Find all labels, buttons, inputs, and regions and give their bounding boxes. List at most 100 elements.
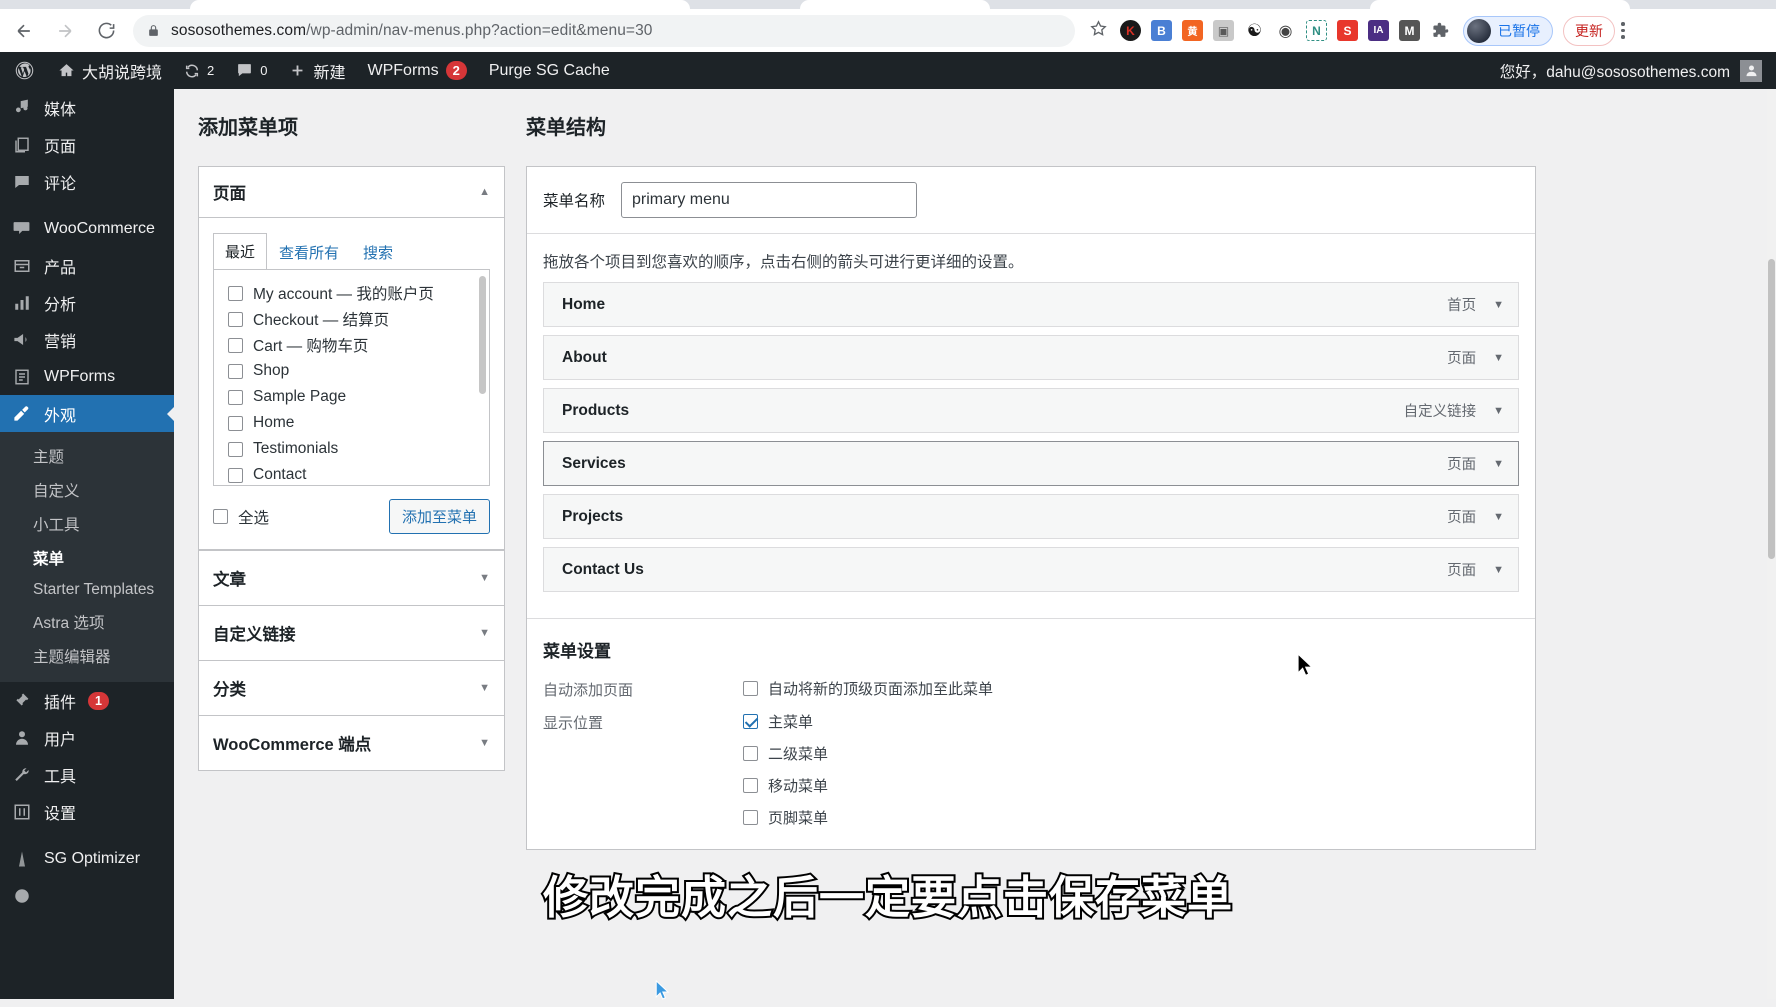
list-item[interactable]: Shop — [228, 358, 489, 384]
list-item[interactable]: Checkout — 结算页 — [228, 306, 489, 332]
sidebar-item-sg-optimizer[interactable]: SG Optimizer — [0, 840, 174, 877]
secondary-menu-checkbox[interactable] — [743, 746, 758, 761]
page-scrollbar-thumb[interactable] — [1768, 259, 1775, 559]
puzzle-extension-icon[interactable] — [1430, 20, 1451, 41]
display-option-footer[interactable]: 页脚菜单 — [743, 807, 828, 828]
woocommerce-endpoints-accordion[interactable]: WooCommerce 端点 ▼ — [198, 716, 505, 771]
purge-cache-item[interactable]: Purge SG Cache — [478, 52, 621, 89]
pages-postbox-header[interactable]: 页面 ▲ — [199, 167, 504, 218]
list-item[interactable]: Sample Page — [228, 384, 489, 410]
pages-checklist[interactable]: My account — 我的账户页 Checkout — 结算页 Cart —… — [213, 269, 490, 486]
browser-tab[interactable] — [800, 0, 990, 9]
sidebar-item-marketing[interactable]: 营销 — [0, 321, 174, 358]
updates-item[interactable]: 2 — [173, 52, 225, 89]
tab-recent[interactable]: 最近 — [213, 233, 268, 270]
page-checkbox[interactable] — [228, 363, 243, 379]
sidebar-item-products[interactable]: 产品 — [0, 247, 174, 284]
tab-search[interactable]: 搜索 — [351, 234, 405, 270]
submenu-item-theme-editor[interactable]: 主题编辑器 — [0, 639, 174, 673]
menu-item-row[interactable]: Services 页面 ▼ — [543, 441, 1519, 486]
posts-accordion[interactable]: 文章 ▼ — [198, 550, 505, 606]
back-button[interactable] — [7, 14, 41, 48]
yinyang-extension-icon[interactable]: ☯ — [1244, 20, 1265, 41]
sidebar-item-media[interactable]: 媒体 — [0, 89, 174, 126]
forward-button[interactable] — [48, 14, 82, 48]
menu-name-input[interactable] — [621, 182, 918, 218]
wpforms-item[interactable]: WPForms 2 — [357, 52, 478, 89]
page-checkbox[interactable] — [228, 337, 243, 353]
menu-item-row[interactable]: Contact Us 页面 ▼ — [543, 547, 1519, 592]
greeting-text[interactable]: 您好，dahu@sososothemes.com — [1500, 60, 1730, 82]
footer-menu-checkbox[interactable] — [743, 810, 758, 825]
chevron-down-icon[interactable]: ▼ — [479, 572, 490, 584]
pages-list-scrollbar[interactable] — [479, 276, 486, 394]
chevron-up-icon[interactable]: ▲ — [479, 186, 490, 198]
page-checkbox[interactable] — [228, 467, 243, 483]
chevron-down-icon[interactable]: ▼ — [1493, 511, 1504, 523]
sidebar-item-pages[interactable]: 页面 — [0, 126, 174, 163]
chevron-down-icon[interactable]: ▼ — [479, 737, 490, 749]
page-checkbox[interactable] — [228, 441, 243, 457]
reload-button[interactable] — [89, 14, 123, 48]
chevron-down-icon[interactable]: ▼ — [1493, 564, 1504, 576]
bookmark-star-icon[interactable] — [1089, 19, 1108, 43]
display-option-primary[interactable]: 主菜单 — [743, 711, 828, 732]
display-option-mobile[interactable]: 移动菜单 — [743, 775, 828, 796]
chevron-down-icon[interactable]: ▼ — [1493, 458, 1504, 470]
sidebar-item-users[interactable]: 用户 — [0, 719, 174, 756]
page-checkbox[interactable] — [228, 389, 243, 405]
menu-item-row[interactable]: Products 自定义链接 ▼ — [543, 388, 1519, 433]
address-bar[interactable]: sososothemes.com/wp-admin/nav-menus.php?… — [133, 14, 1075, 47]
update-button[interactable]: 更新 — [1563, 15, 1615, 46]
submenu-item-starter-templates[interactable]: Starter Templates — [0, 575, 174, 605]
huangye-extension-icon[interactable]: 黄 — [1182, 20, 1203, 41]
ghost-extension-icon[interactable]: ◉ — [1275, 20, 1296, 41]
chevron-down-icon[interactable]: ▼ — [479, 682, 490, 694]
sidebar-item-appearance[interactable]: 外观 — [0, 395, 174, 432]
page-checkbox[interactable] — [228, 415, 243, 431]
chevron-down-icon[interactable]: ▼ — [1493, 299, 1504, 311]
categories-accordion[interactable]: 分类 ▼ — [198, 661, 505, 716]
kebab-menu-icon[interactable] — [1621, 22, 1625, 39]
auto-add-checkbox[interactable] — [743, 681, 758, 696]
select-all-control[interactable]: 全选 — [213, 506, 269, 528]
tab-view-all[interactable]: 查看所有 — [267, 234, 351, 270]
site-name-item[interactable]: 大胡说跨境 — [47, 52, 173, 89]
ia-extension-icon[interactable]: IA — [1368, 20, 1389, 41]
list-item[interactable]: Home — [228, 410, 489, 436]
menu-item-row[interactable]: Home 首页 ▼ — [543, 282, 1519, 327]
profile-button[interactable]: 已暂停 — [1463, 15, 1553, 46]
chevron-down-icon[interactable]: ▼ — [479, 627, 490, 639]
list-item[interactable]: My account — 我的账户页 — [228, 280, 489, 306]
new-content-item[interactable]: 新建 — [278, 52, 356, 89]
submenu-item-customize[interactable]: 自定义 — [0, 473, 174, 507]
custom-links-accordion[interactable]: 自定义链接 ▼ — [198, 606, 505, 661]
chevron-down-icon[interactable]: ▼ — [1493, 405, 1504, 417]
sidebar-item-settings[interactable]: 设置 — [0, 793, 174, 830]
sidebar-item-comments[interactable]: 评论 — [0, 163, 174, 200]
sidebar-item-plugins[interactable]: 插件 1 — [0, 682, 174, 719]
sidebar-item-wpforms[interactable]: WPForms — [0, 358, 174, 395]
wordpress-logo-icon[interactable] — [0, 52, 47, 89]
submenu-item-menus[interactable]: 菜单 — [0, 541, 174, 575]
s-extension-icon[interactable]: S — [1337, 20, 1358, 41]
submenu-item-widgets[interactable]: 小工具 — [0, 507, 174, 541]
menu-item-row[interactable]: Projects 页面 ▼ — [543, 494, 1519, 539]
submenu-item-themes[interactable]: 主题 — [0, 439, 174, 473]
notion-extension-icon[interactable]: N — [1306, 20, 1327, 41]
user-avatar-icon[interactable] — [1740, 59, 1762, 82]
comments-item[interactable]: 0 — [225, 52, 278, 89]
bitly-extension-icon[interactable]: B — [1151, 20, 1172, 41]
sidebar-item-analytics[interactable]: 分析 — [0, 284, 174, 321]
mobile-menu-checkbox[interactable] — [743, 778, 758, 793]
submenu-item-astra-options[interactable]: Astra 选项 — [0, 605, 174, 639]
auto-add-option[interactable]: 自动将新的顶级页面添加至此菜单 — [743, 678, 993, 699]
page-checkbox[interactable] — [228, 311, 243, 327]
kami-extension-icon[interactable]: K — [1120, 20, 1141, 41]
add-to-menu-button[interactable]: 添加至菜单 — [388, 499, 490, 534]
sidebar-item-tools[interactable]: 工具 — [0, 756, 174, 793]
menu-item-row[interactable]: About 页面 ▼ — [543, 335, 1519, 380]
select-all-checkbox[interactable] — [213, 509, 228, 524]
sidebar-item-woocommerce[interactable]: WooCommerce — [0, 210, 174, 247]
sidebar-item-partial[interactable] — [0, 877, 174, 914]
